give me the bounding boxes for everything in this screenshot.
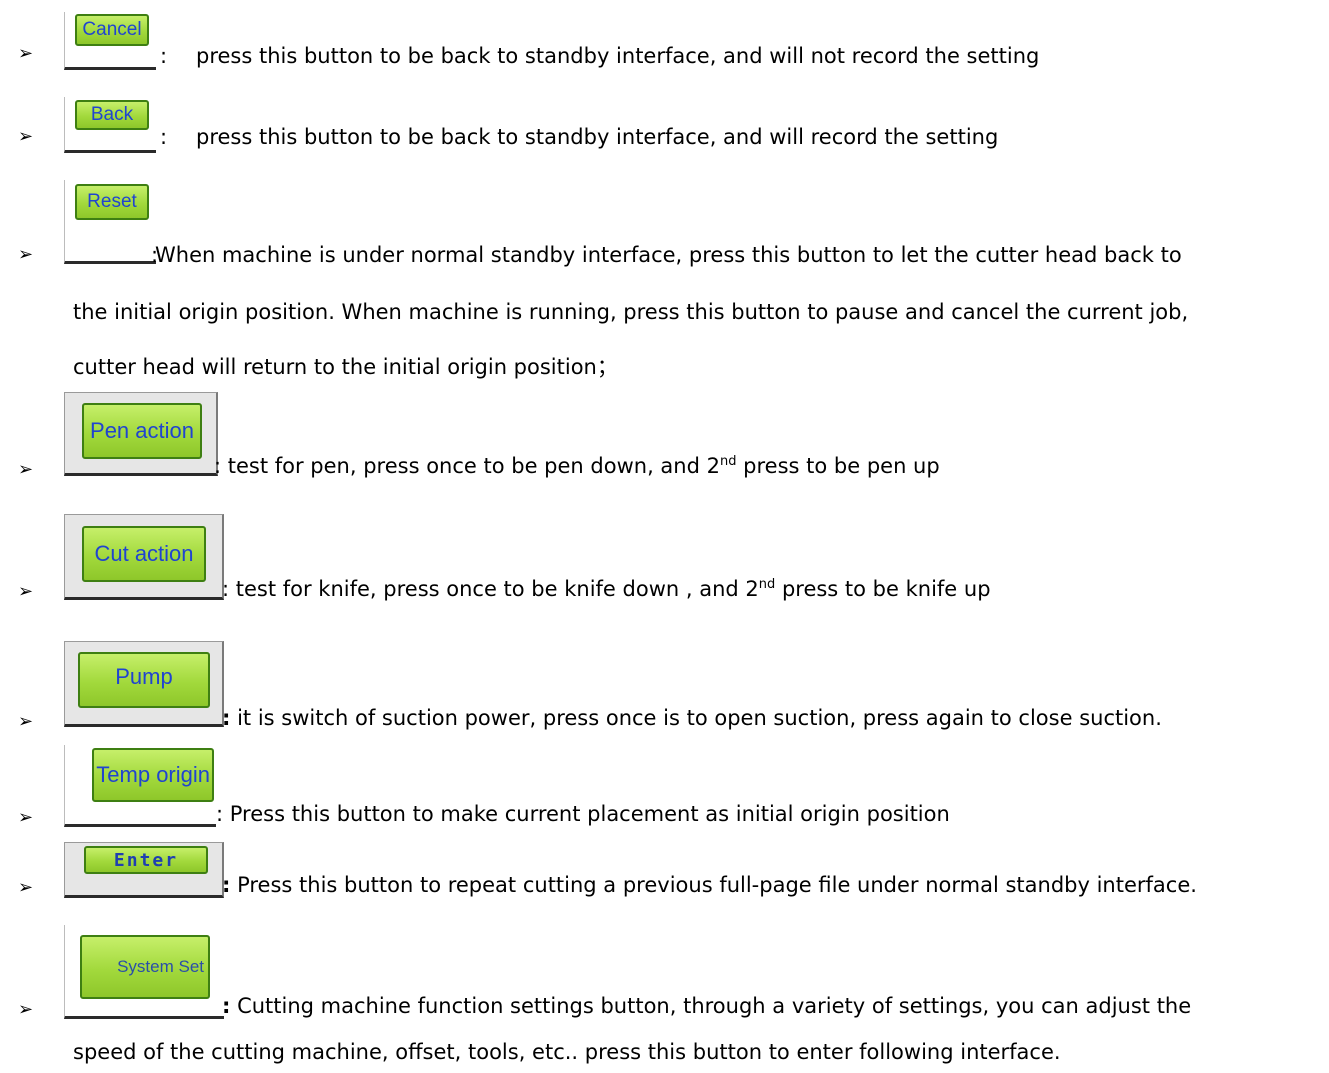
bullet-icon: ➢ [18,807,34,828]
pump-button[interactable]: Pump [78,652,210,708]
cut-action-button[interactable]: Cut action [82,526,206,582]
system-set-description-line1: : Cutting machine function settings butt… [222,994,1192,1018]
bullet-icon: ➢ [18,581,34,602]
cancel-description: press this button to be back to standby … [196,44,1040,68]
back-sep: : [160,125,168,149]
reset-description-line1: When machine is under normal standby int… [155,243,1182,267]
cut-action-description: : test for knife, press once to be knife… [222,577,991,601]
bullet-icon: ➢ [18,43,34,64]
bullet-icon: ➢ [18,877,34,898]
system-set-button[interactable]: System Set [80,935,210,999]
reset-description-line3: cutter head will return to the initial o… [73,355,618,379]
reset-description-line2: the initial origin position. When machin… [73,300,1189,324]
cancel-sep: : [160,44,168,68]
system-set-description-line2: speed of the cutting machine, offset, to… [73,1040,1061,1064]
cancel-button[interactable]: Cancel [75,14,149,46]
back-button[interactable]: Back [75,100,149,130]
bullet-icon: ➢ [18,244,34,265]
pen-action-button[interactable]: Pen action [82,403,202,459]
reset-button[interactable]: Reset [75,184,149,220]
bullet-icon: ➢ [18,999,34,1020]
back-description: press this button to be back to standby … [196,125,999,149]
enter-button[interactable]: Enter [84,846,208,874]
temp-origin-description: : Press this button to make current plac… [216,802,950,826]
bullet-icon: ➢ [18,711,34,732]
enter-description: : Press this button to repeat cutting a … [222,873,1197,897]
temp-origin-button[interactable]: Temp origin [92,748,214,802]
pump-description: : it is switch of suction power, press o… [222,706,1162,730]
pen-action-description: : test for pen, press once to be pen dow… [214,454,940,478]
bullet-icon: ➢ [18,459,34,480]
bullet-icon: ➢ [18,126,34,147]
